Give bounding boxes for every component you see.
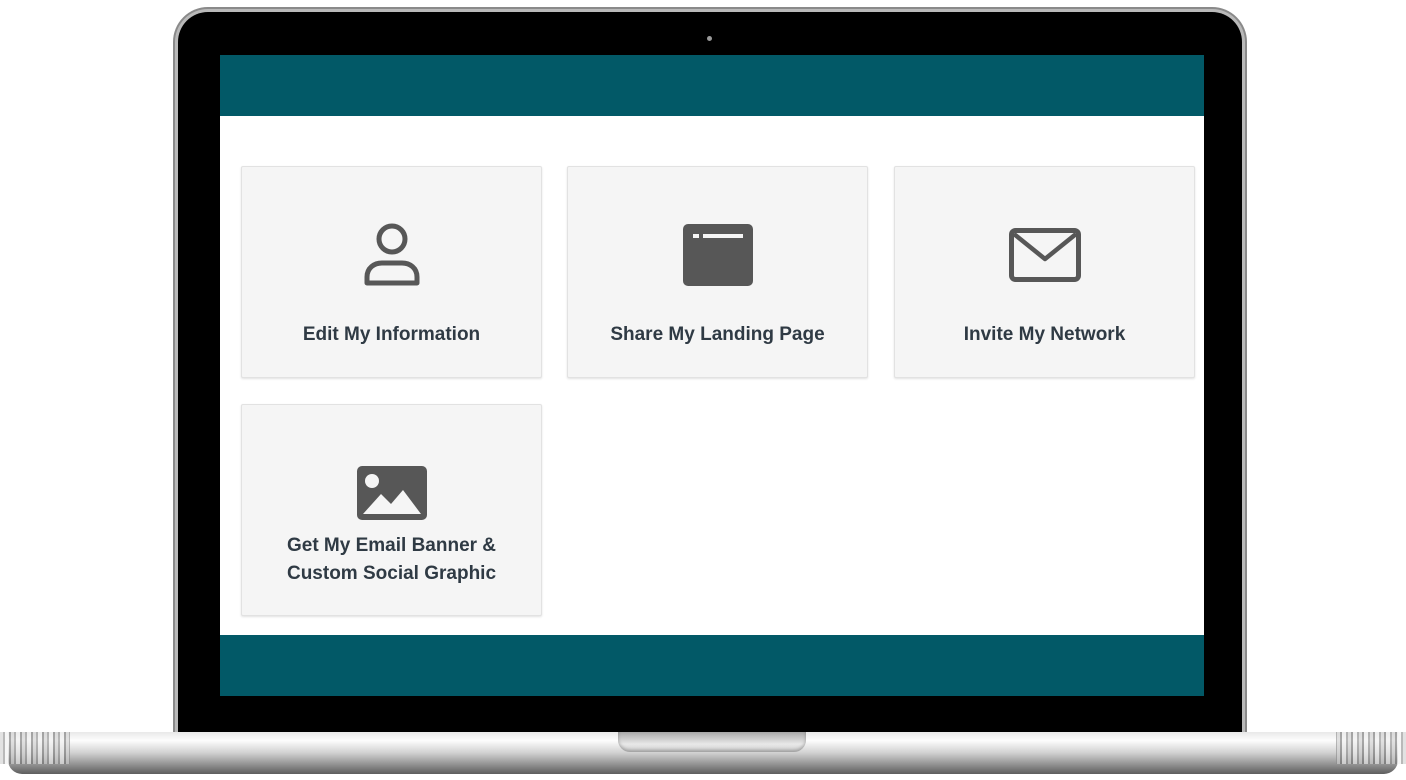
tile-label-line-2: Custom Social Graphic — [286, 563, 497, 584]
camera-dot — [707, 36, 712, 41]
tile-label: Invite My Network — [963, 324, 1126, 345]
tile-label: Get My Email Banner & Custom Social Grap… — [252, 532, 531, 588]
footer-bar — [220, 635, 1204, 696]
share-my-landing-page-tile[interactable]: Share My Landing Page — [567, 166, 868, 378]
browser-window-icon — [568, 219, 867, 291]
app-screen: Edit My Information Share My Landing Pag… — [220, 55, 1204, 696]
get-email-banner-tile[interactable]: Get My Email Banner & Custom Social Grap… — [241, 404, 542, 616]
invite-my-network-tile[interactable]: Invite My Network — [894, 166, 1195, 378]
user-icon — [242, 219, 541, 291]
image-icon — [242, 457, 541, 529]
edit-my-information-tile[interactable]: Edit My Information — [241, 166, 542, 378]
laptop-frame: Edit My Information Share My Landing Pag… — [0, 0, 1406, 780]
laptop-base-edge-left — [0, 732, 70, 764]
tile-label: Edit My Information — [302, 324, 481, 345]
header-bar — [220, 55, 1204, 116]
envelope-icon — [895, 219, 1194, 291]
tile-label-line-1: Get My Email Banner & — [286, 535, 497, 556]
laptop-hinge-notch — [618, 732, 806, 752]
tile-label: Share My Landing Page — [610, 324, 825, 345]
laptop-base-edge-right — [1336, 732, 1406, 764]
